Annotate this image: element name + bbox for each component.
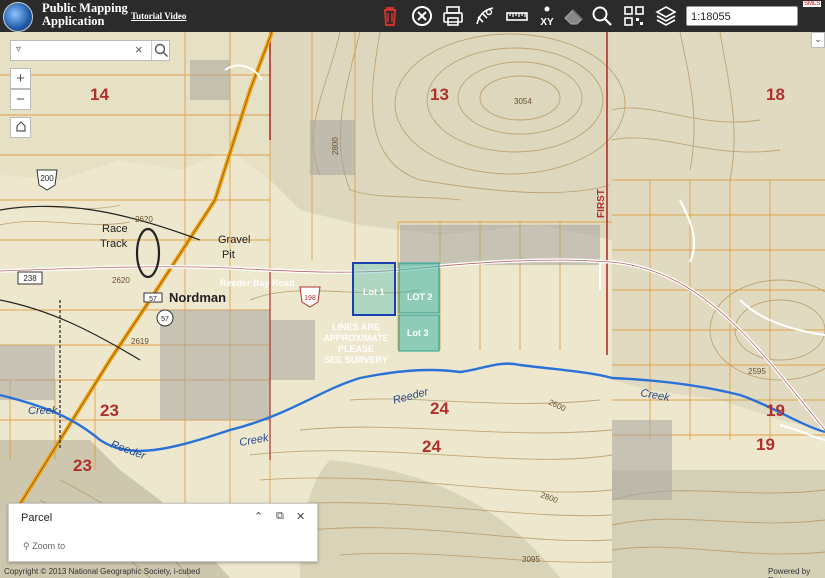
- dock-panel-icon[interactable]: ⧉: [276, 510, 284, 523]
- tutorial-video-link[interactable]: Tutorial Video: [131, 11, 186, 21]
- search-source-dropdown-icon[interactable]: ▿: [16, 44, 21, 55]
- note-line-3: PLEASE: [338, 344, 374, 354]
- print-icon[interactable]: [441, 4, 465, 28]
- svg-text:XY: XY: [540, 17, 554, 28]
- place-label-gravel: Gravel: [218, 234, 250, 246]
- section-label-13: 13: [430, 85, 449, 104]
- place-label-nordman: Nordman: [169, 290, 226, 305]
- lot-3-label: Lot 3: [407, 328, 429, 338]
- section-label-24b: 24: [422, 437, 441, 456]
- zoom-to-icon: ⚲: [23, 541, 30, 551]
- zoom-to-label: Zoom to: [32, 541, 66, 551]
- scale-input[interactable]: 1:18055: [686, 6, 798, 26]
- route-shield-57a-label: 57: [149, 296, 157, 303]
- layers-icon[interactable]: [654, 4, 678, 28]
- route-shield-198-label: 198: [304, 295, 316, 302]
- home-icon: [15, 121, 26, 132]
- search-submit-icon[interactable]: [151, 41, 171, 60]
- ruler-icon[interactable]: [505, 4, 529, 28]
- lot-2-label: LOT 2: [407, 292, 433, 302]
- trash-icon[interactable]: [378, 4, 402, 28]
- map-view[interactable]: 200 238 57 57 198 14 13 18 23 24 24 23 1…: [0, 32, 825, 578]
- smls-badge: SMLS: [803, 1, 822, 7]
- qr-grid-icon[interactable]: [622, 4, 646, 28]
- close-panel-icon[interactable]: ✕: [296, 510, 305, 523]
- zoom-in-button[interactable]: +: [10, 68, 31, 89]
- section-label-24a: 24: [430, 399, 449, 418]
- eraser-icon[interactable]: [562, 4, 586, 28]
- section-label-23b: 23: [73, 456, 92, 475]
- attribution: Copyright © 2013 National Geographic Soc…: [4, 567, 201, 576]
- app-toolbar: Public Mapping Application Tutorial Vide…: [0, 0, 825, 32]
- first-street-label: FIRST: [596, 189, 607, 218]
- measure-draw-icon[interactable]: [473, 4, 497, 28]
- route-shield-200-label: 200: [40, 174, 54, 183]
- note-line-4: SEE SURVERY: [324, 355, 388, 365]
- elevation-label-2595: 2595: [748, 367, 766, 376]
- elevation-label-3054: 3054: [514, 97, 532, 106]
- elevation-label-3095: 3095: [522, 555, 540, 564]
- collapse-panel-icon[interactable]: ⌃: [254, 510, 263, 523]
- parcel-panel: Parcel ⌃ ⧉ ✕ ⚲ Zoom to: [8, 503, 318, 562]
- section-label-19b: 19: [756, 435, 775, 454]
- zoom-out-button[interactable]: −: [10, 89, 31, 110]
- section-label-19a: 19: [766, 401, 785, 420]
- search-clear-icon[interactable]: ×: [135, 42, 143, 57]
- route-shield-57b-label: 57: [161, 316, 169, 323]
- section-label-23a: 23: [100, 401, 119, 420]
- route-shield-57b: 57: [156, 309, 174, 327]
- creek-label-1: Creek: [28, 405, 58, 417]
- home-button[interactable]: [10, 117, 31, 138]
- elevation-label-2620b: 2620: [112, 276, 130, 285]
- collapse-toggle[interactable]: ⌄: [811, 32, 825, 48]
- note-line-2: APPROXIMATE: [323, 333, 388, 343]
- lot-1-label: Lot 1: [363, 287, 385, 297]
- panel-title: Parcel: [21, 512, 53, 524]
- xy-coordinate-icon[interactable]: XY: [535, 4, 559, 28]
- elevation-label-2619: 2619: [131, 337, 149, 346]
- zoom-to-button[interactable]: ⚲ Zoom to: [23, 541, 65, 552]
- search-widget: ▿ ×: [10, 40, 170, 61]
- section-label-18: 18: [766, 85, 785, 104]
- route-shield-238: 238: [17, 271, 43, 285]
- place-label-track: Track: [100, 238, 128, 250]
- topo-basemap: 200 238 57 57 198 14 13 18 23 24 24 23 1…: [0, 32, 825, 578]
- search-icon[interactable]: [590, 4, 614, 28]
- place-label-pit: Pit: [222, 249, 235, 261]
- elevation-label-2620a: 2620: [135, 215, 153, 224]
- powered-by[interactable]: Powered by Esri: [768, 567, 825, 578]
- route-shield-57a: 57: [143, 292, 163, 303]
- app-logo: [3, 2, 33, 32]
- road-label-reeder-bay: Reeder Bay Road: [220, 278, 295, 288]
- place-label-race: Race: [102, 223, 128, 235]
- clear-icon[interactable]: [410, 4, 434, 28]
- note-line-1: LINES ARE: [332, 322, 380, 332]
- app-title: Public Mapping Application: [42, 1, 128, 28]
- route-shield-238-label: 238: [23, 274, 37, 283]
- elevation-label-2800a: 2800: [331, 137, 340, 155]
- section-label-14: 14: [90, 85, 109, 104]
